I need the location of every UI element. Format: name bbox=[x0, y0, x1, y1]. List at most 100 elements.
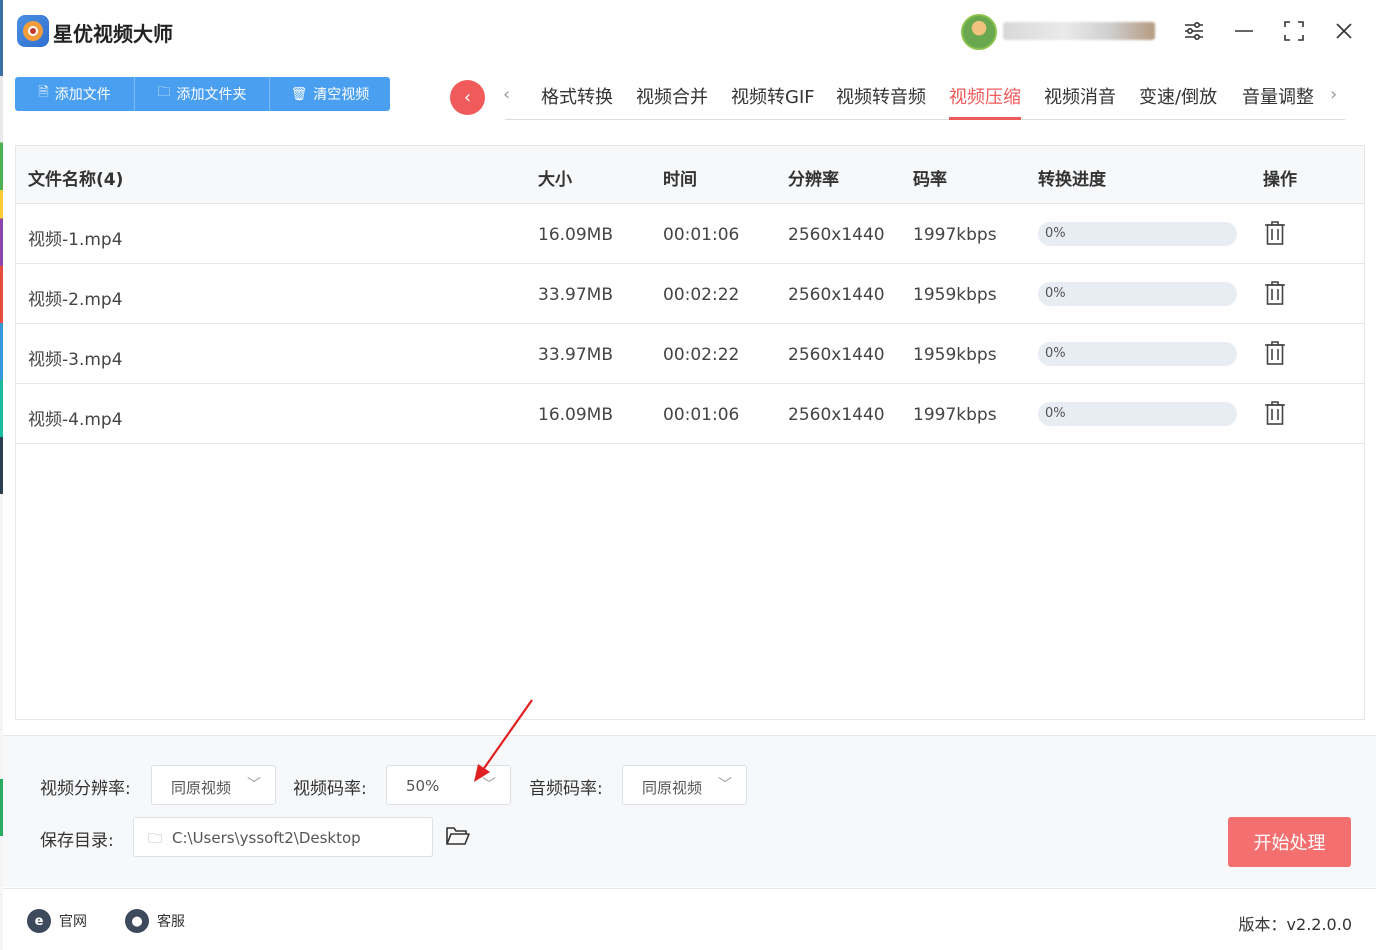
progress-bar: 0% bbox=[1038, 282, 1237, 306]
clear-videos-button[interactable]: 🗑 清空视频 bbox=[270, 77, 390, 111]
bitrate-value: 50% bbox=[406, 777, 440, 795]
tabs-next-icon[interactable]: › bbox=[1330, 84, 1337, 105]
back-button[interactable]: ‹ bbox=[450, 80, 485, 115]
col-bitrate: 码率 bbox=[913, 170, 947, 190]
resolution-label: 视频分辨率: bbox=[40, 779, 131, 799]
file-bitrate: 1959kbps bbox=[913, 285, 997, 305]
progress-text: 0% bbox=[1045, 346, 1066, 361]
tab-video-merge[interactable]: 视频合并 bbox=[636, 83, 708, 120]
audio-bitrate-select[interactable]: 同原视频 ﹀ bbox=[622, 765, 747, 805]
progress-text: 0% bbox=[1045, 406, 1066, 421]
file-duration: 00:02:22 bbox=[663, 345, 740, 365]
delete-icon[interactable] bbox=[1264, 220, 1286, 246]
add-folder-button[interactable]: 🗀 添加文件夹 bbox=[135, 77, 270, 111]
file-resolution: 2560x1440 bbox=[788, 225, 885, 245]
file-bitrate: 1997kbps bbox=[913, 225, 997, 245]
audio-bitrate-label: 音频码率: bbox=[529, 779, 603, 799]
file-size: 16.09MB bbox=[538, 405, 613, 425]
file-resolution: 2560x1440 bbox=[788, 345, 885, 365]
file-name: 视频-4.mp4 bbox=[28, 410, 123, 430]
folder-icon: 🗀 bbox=[148, 831, 162, 847]
bitrate-label: 视频码率: bbox=[293, 779, 367, 799]
progress-bar: 0% bbox=[1038, 342, 1237, 366]
resolution-select[interactable]: 同原视频 ﹀ bbox=[151, 765, 276, 805]
tabs-prev-icon[interactable]: ‹ bbox=[503, 84, 510, 105]
col-actions: 操作 bbox=[1263, 170, 1297, 190]
app-title: 星优视频大师 bbox=[53, 22, 173, 46]
tab-volume-adjust[interactable]: 音量调整 bbox=[1242, 83, 1314, 120]
settings-panel: 视频分辨率: 同原视频 ﹀ 视频码率: 50% ﹀ 音频码率: 同原视频 ﹀ 保… bbox=[3, 735, 1376, 887]
settings-icon[interactable] bbox=[1179, 16, 1209, 46]
col-resolution: 分辨率 bbox=[788, 170, 839, 190]
delete-icon[interactable] bbox=[1264, 340, 1286, 366]
tab-speed-reverse[interactable]: 变速/倒放 bbox=[1139, 83, 1217, 120]
table-row[interactable]: 视频-1.mp4 16.09MB 00:01:06 2560x1440 1997… bbox=[16, 204, 1364, 264]
version-text: 版本：v2.2.0.0 bbox=[1238, 915, 1352, 934]
file-size: 33.97MB bbox=[538, 345, 613, 365]
col-filename: 文件名称(4) bbox=[28, 170, 124, 190]
support-link[interactable]: ● 客服 bbox=[125, 909, 185, 933]
chevron-left-icon: ‹ bbox=[463, 87, 472, 108]
tab-video-to-audio[interactable]: 视频转音频 bbox=[836, 83, 926, 120]
file-bitrate: 1959kbps bbox=[913, 345, 997, 365]
app-window: 星优视频大师 ad 🗎 添加文件 🗀 添加文件夹 🗑 清空视频 ‹ bbox=[0, 0, 1376, 950]
col-size: 大小 bbox=[538, 170, 572, 190]
minimize-icon[interactable] bbox=[1229, 16, 1259, 46]
tab-video-compress[interactable]: 视频压缩 bbox=[949, 83, 1021, 120]
file-table: 文件名称(4) 大小 时间 分辨率 码率 转换进度 操作 视频-1.mp4 16… bbox=[15, 145, 1365, 720]
open-folder-icon[interactable] bbox=[445, 825, 471, 847]
file-icon: 🗎 bbox=[38, 85, 49, 100]
tab-format-convert[interactable]: 格式转换 bbox=[541, 83, 613, 120]
file-size: 16.09MB bbox=[538, 225, 613, 245]
file-resolution: 2560x1440 bbox=[788, 405, 885, 425]
chat-icon: ● bbox=[125, 909, 149, 933]
title-bar: 星优视频大师 ad bbox=[3, 0, 1376, 62]
file-duration: 00:01:06 bbox=[663, 405, 740, 425]
progress-text: 0% bbox=[1045, 286, 1066, 301]
website-link[interactable]: e 官网 bbox=[27, 909, 87, 933]
maximize-icon[interactable] bbox=[1279, 16, 1309, 46]
table-row[interactable]: 视频-2.mp4 33.97MB 00:02:22 2560x1440 1959… bbox=[16, 264, 1364, 324]
delete-icon[interactable] bbox=[1264, 280, 1286, 306]
browser-icon: e bbox=[27, 909, 51, 933]
app-logo-icon bbox=[17, 15, 49, 47]
start-process-button[interactable]: 开始处理 bbox=[1228, 817, 1351, 867]
chevron-down-icon: ﹀ bbox=[247, 777, 261, 793]
table-header: 文件名称(4) 大小 时间 分辨率 码率 转换进度 操作 bbox=[16, 146, 1364, 204]
col-progress: 转换进度 bbox=[1038, 170, 1106, 190]
user-name[interactable]: ad bbox=[1003, 22, 1155, 40]
file-duration: 00:02:22 bbox=[663, 285, 740, 305]
table-row[interactable]: 视频-4.mp4 16.09MB 00:01:06 2560x1440 1997… bbox=[16, 384, 1364, 444]
resolution-value: 同原视频 bbox=[171, 779, 232, 797]
add-file-button[interactable]: 🗎 添加文件 bbox=[15, 77, 135, 111]
chevron-down-icon: ﹀ bbox=[718, 777, 732, 793]
file-name: 视频-3.mp4 bbox=[28, 350, 123, 370]
tab-video-to-gif[interactable]: 视频转GIF bbox=[731, 83, 815, 120]
delete-icon[interactable] bbox=[1264, 400, 1286, 426]
audio-bitrate-value: 同原视频 bbox=[642, 779, 703, 797]
col-duration: 时间 bbox=[663, 170, 697, 190]
file-resolution: 2560x1440 bbox=[788, 285, 885, 305]
file-duration: 00:01:06 bbox=[663, 225, 740, 245]
support-label: 客服 bbox=[157, 914, 185, 930]
footer: e 官网 ● 客服 版本：v2.2.0.0 bbox=[3, 888, 1376, 950]
progress-bar: 0% bbox=[1038, 402, 1237, 426]
add-folder-label: 添加文件夹 bbox=[176, 87, 247, 103]
website-label: 官网 bbox=[59, 914, 87, 930]
add-file-label: 添加文件 bbox=[54, 87, 111, 103]
file-bitrate: 1997kbps bbox=[913, 405, 997, 425]
close-icon[interactable] bbox=[1329, 16, 1359, 46]
annotation-arrow bbox=[474, 699, 533, 782]
table-row[interactable]: 视频-3.mp4 33.97MB 00:02:22 2560x1440 1959… bbox=[16, 324, 1364, 384]
folder-icon: 🗀 bbox=[157, 85, 171, 100]
trash-icon: 🗑 bbox=[290, 86, 308, 102]
tab-video-mute[interactable]: 视频消音 bbox=[1044, 83, 1116, 120]
file-name: 视频-2.mp4 bbox=[28, 290, 123, 310]
file-name: 视频-1.mp4 bbox=[28, 230, 123, 250]
clear-videos-label: 清空视频 bbox=[313, 87, 370, 103]
save-dir-label: 保存目录: bbox=[40, 831, 114, 851]
save-path-value: C:\Users\yssoft2\Desktop bbox=[172, 829, 361, 847]
save-path-input[interactable]: 🗀 C:\Users\yssoft2\Desktop bbox=[133, 817, 433, 857]
file-toolbar: 🗎 添加文件 🗀 添加文件夹 🗑 清空视频 bbox=[15, 77, 390, 111]
user-avatar[interactable] bbox=[961, 14, 997, 50]
